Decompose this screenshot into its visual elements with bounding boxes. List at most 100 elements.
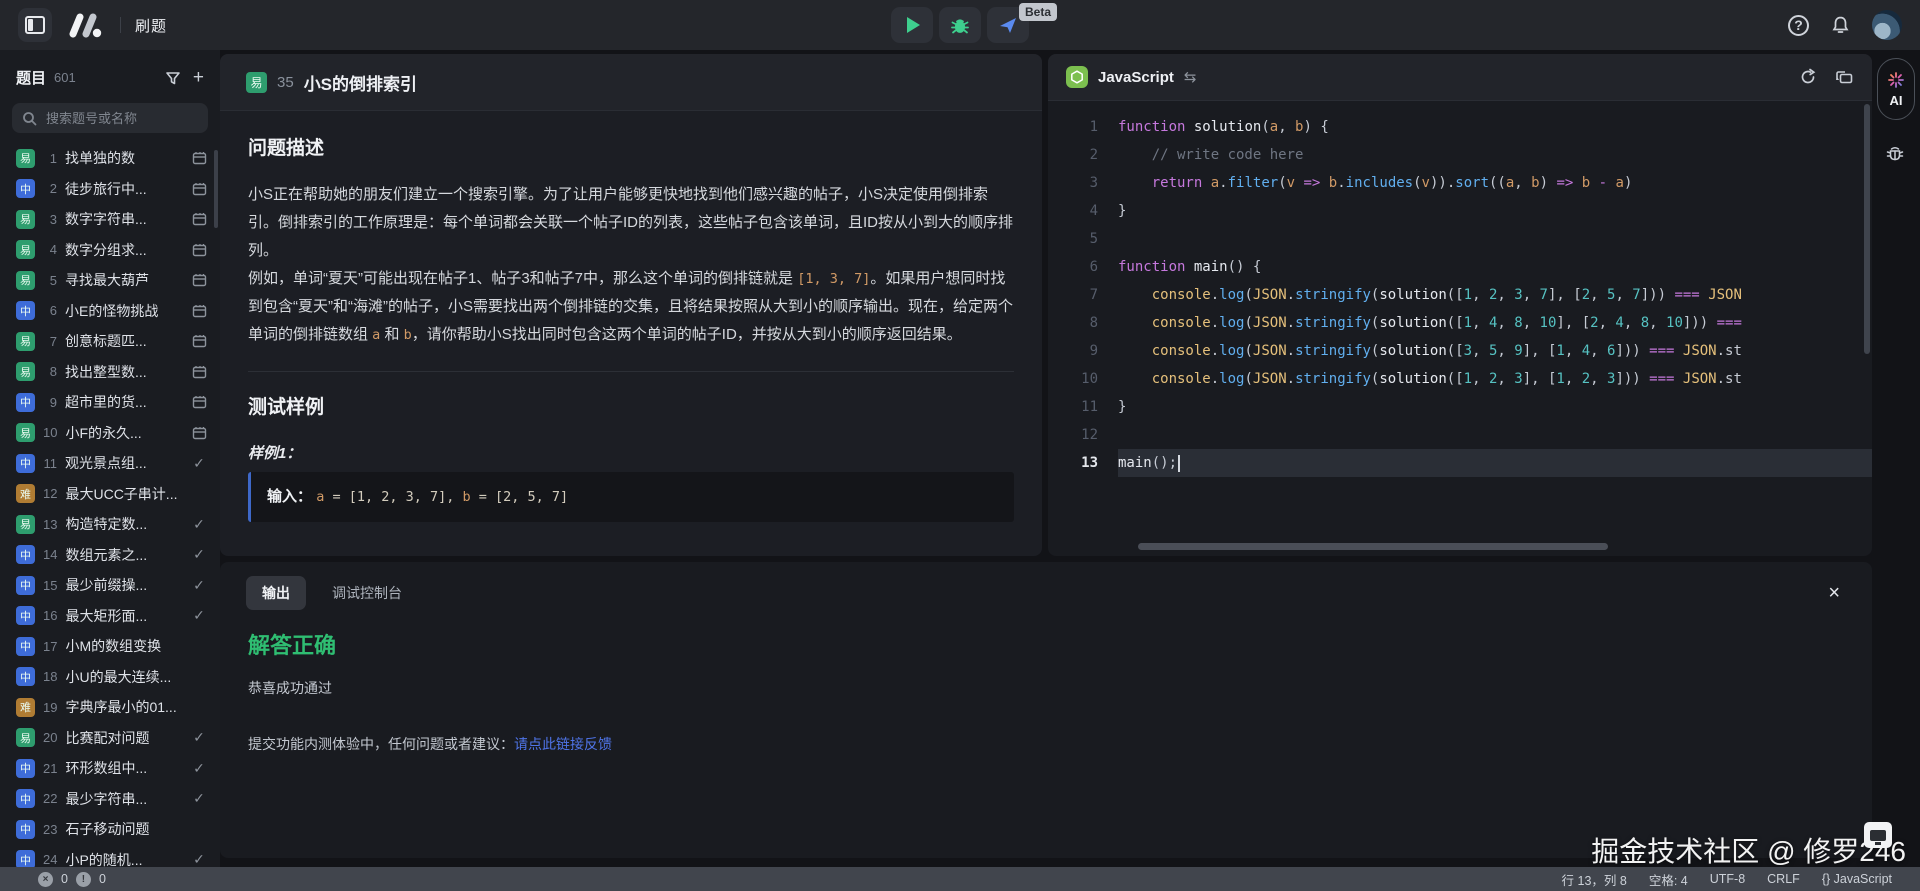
code-area[interactable]: 1function solution(a, b) {2 // write cod… [1048,101,1872,533]
editor-vertical-scrollbar[interactable] [1864,104,1870,354]
problem-row[interactable]: 难19字典序最小的01... [0,692,220,723]
indent-info[interactable]: 空格: 4 [1649,870,1688,889]
problem-number: 14 [43,547,57,562]
problem-row[interactable]: 易10小F的永久... [0,418,220,449]
right-toolbar: AI [1872,50,1920,867]
code-line[interactable]: 9 console.log(JSON.stringify(solution([3… [1048,337,1872,365]
problem-title: 最少前缀操... [65,575,182,595]
sidebar-scrollbar[interactable] [214,150,218,228]
problem-title: 小P的随机... [65,850,182,867]
code-line[interactable]: 8 console.log(JSON.stringify(solution([1… [1048,309,1872,337]
problem-row[interactable]: 易13构造特定数...✓ [0,509,220,540]
sample-code: a = [1, 2, 3, 7], b = [2, 5, 7] [316,489,568,505]
editor-header: JavaScript ⇆ [1048,54,1872,101]
code-line[interactable]: 3 return a.filter(v => b.includes(v)).so… [1048,169,1872,197]
add-problem-button[interactable]: + [191,66,206,89]
problem-title: 小U的最大连续... [65,667,182,687]
difficulty-badge: 难 [16,484,35,503]
problem-number: 2 [43,181,57,196]
problem-row[interactable]: 中15最少前缀操...✓ [0,570,220,601]
problem-row[interactable]: 中6小E的怪物挑战 [0,296,220,327]
feedback-link[interactable]: 请点此链接反馈 [514,736,612,752]
tab-debug-console[interactable]: 调试控制台 [316,576,418,610]
problem-panel: 易 35 小S的倒排索引 问题描述 小S正在帮助她的朋友们建立一个搜索引擎。为了… [220,54,1042,556]
problem-row[interactable]: 中24小P的随机...✓ [0,845,220,868]
problem-row[interactable]: 中11观光景点组...✓ [0,448,220,479]
ai-sparkle-icon [1887,71,1905,89]
problem-row[interactable]: 易7创意标题匹... [0,326,220,357]
editor-horizontal-scrollbar[interactable] [1138,543,1608,550]
notifications-icon[interactable] [1831,15,1850,35]
editor-panel: JavaScript ⇆ [1048,54,1872,556]
filter-button[interactable] [163,68,183,88]
layout-switch-button[interactable] [1835,69,1854,86]
avatar[interactable] [1872,10,1902,40]
code-line[interactable]: 6function main() { [1048,253,1872,281]
encoding[interactable]: UTF-8 [1710,872,1745,886]
problem-row[interactable]: 难12最大UCC子串计... [0,479,220,510]
run-button[interactable] [891,7,933,43]
problem-row[interactable]: 易4数字分组求... [0,235,220,266]
debug-panel-button[interactable] [1884,142,1906,164]
input-label: 输入： [267,488,312,505]
line-number: 4 [1048,197,1118,225]
code-line[interactable]: 1function solution(a, b) { [1048,113,1872,141]
problem-row[interactable]: 中21环形数组中...✓ [0,753,220,784]
problem-number: 7 [43,334,57,349]
problem-row[interactable]: 中14数组元素之...✓ [0,540,220,571]
language-switch-icon[interactable]: ⇆ [1184,68,1195,86]
problem-row[interactable]: 中17小M的数组变换 [0,631,220,662]
code-line[interactable]: 5 [1048,225,1872,253]
code-line[interactable]: 11} [1048,393,1872,421]
code-line[interactable]: 7 console.log(JSON.stringify(solution([1… [1048,281,1872,309]
reset-code-button[interactable] [1799,68,1817,86]
difficulty-badge: 易 [16,515,35,534]
problem-number: 5 [43,273,57,288]
ai-assistant-button[interactable]: AI [1877,58,1915,120]
problem-row[interactable]: 中16最大矩形面...✓ [0,601,220,632]
floating-terminal-button[interactable] [1864,822,1892,848]
problem-number: 18 [43,669,57,684]
eol[interactable]: CRLF [1767,872,1800,886]
problem-row[interactable]: 中18小U的最大连续... [0,662,220,693]
refresh-icon [1799,68,1817,86]
problem-row[interactable]: 易20比赛配对问题✓ [0,723,220,754]
line-text: } [1118,393,1872,421]
line-text: function main() { [1118,253,1872,281]
problem-row[interactable]: 中9超市里的货... [0,387,220,418]
search-input[interactable] [44,110,198,127]
problem-title: 比赛配对问题 [65,728,182,748]
check-icon: ✓ [190,729,208,746]
warning-count: 0 [99,872,106,886]
language-mode[interactable]: {} JavaScript [1822,872,1892,886]
problem-row[interactable]: 中22最少字符串...✓ [0,784,220,815]
cursor-position[interactable]: 行 13，列 8 [1562,870,1627,889]
code-line[interactable]: 4} [1048,197,1872,225]
problem-row[interactable]: 易5寻找最大葫芦 [0,265,220,296]
difficulty-badge: 易 [16,240,35,259]
sidebar-toggle-button[interactable] [18,8,52,42]
code-line[interactable]: 2 // write code here [1048,141,1872,169]
problem-title: 数组元素之... [65,545,182,565]
close-output-button[interactable]: × [1822,582,1846,604]
problem-row[interactable]: 易8找出整型数... [0,357,220,388]
problem-row[interactable]: 中2徒步旅行中... [0,174,220,205]
sample-code-block: 输入： a = [1, 2, 3, 7], b = [2, 5, 7] [248,472,1014,522]
help-icon[interactable]: ? [1788,15,1809,36]
problem-row[interactable]: 易3数字字符串... [0,204,220,235]
debug-run-button[interactable] [939,7,981,43]
line-number: 11 [1048,393,1118,421]
code-line[interactable]: 10 console.log(JSON.stringify(solution([… [1048,365,1872,393]
problem-row[interactable]: 中23石子移动问题 [0,814,220,845]
description-paragraph: 例如，单词“夏天”可能出现在帖子1、帖子3和帖子7中，那么这个单词的倒排链就是 … [248,265,1014,349]
problem-number: 19 [43,700,57,715]
code-line[interactable]: 12 [1048,421,1872,449]
tab-output[interactable]: 输出 [246,576,306,610]
problem-row[interactable]: 易1找单独的数 [0,143,220,174]
line-text [1118,225,1872,253]
problem-id: 35 [277,74,294,91]
app-logo[interactable] [66,12,106,38]
line-text: console.log(JSON.stringify(solution([1, … [1118,281,1872,309]
filter-icon [165,70,181,86]
code-line[interactable]: 13main(); [1048,449,1872,477]
